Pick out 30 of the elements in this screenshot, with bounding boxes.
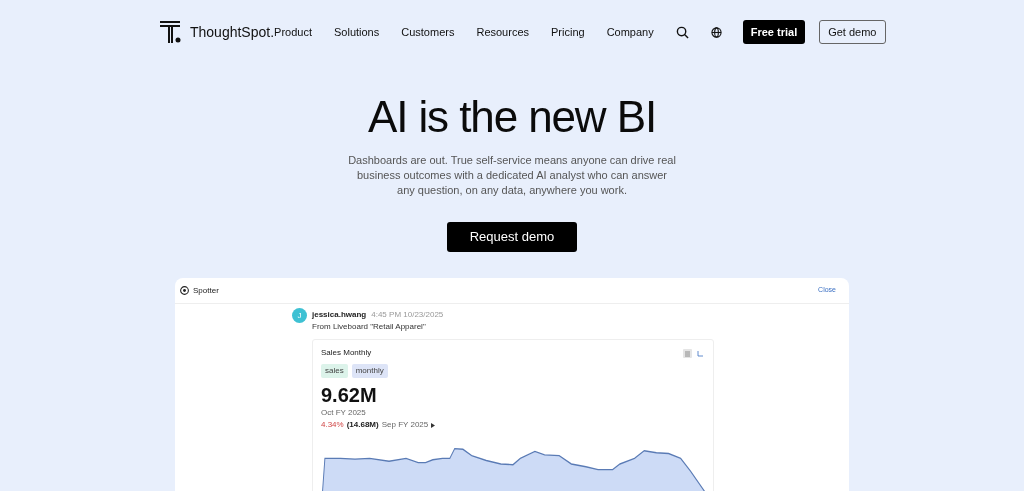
request-demo-button[interactable]: Request demo <box>447 222 577 252</box>
user-avatar: J <box>292 308 307 323</box>
card-title: Sales Monthly <box>321 347 372 359</box>
hero-title: AI is the new BI <box>367 91 657 143</box>
free-trial-button[interactable]: Free trial <box>742 20 806 44</box>
user-name: jessica.hwang <box>312 309 367 321</box>
nav-link[interactable]: Customers <box>401 23 455 41</box>
globe-icon[interactable] <box>710 26 722 38</box>
caret-icon[interactable] <box>431 422 436 428</box>
nav-link[interactable]: Resources <box>476 23 529 41</box>
change-percent: 4.34% <box>321 419 344 431</box>
nav-link[interactable]: Pricing <box>551 23 585 41</box>
message-text: From Liveboard "Retail Apparel" <box>312 321 427 333</box>
brand-name[interactable]: ThoughtSpot. <box>190 21 275 43</box>
get-demo-button[interactable]: Get demo <box>819 20 886 44</box>
nav-link[interactable]: Product <box>274 23 312 41</box>
logo-icon <box>160 21 182 43</box>
kpi-value: 9.62M <box>321 383 378 407</box>
nav-link[interactable]: Company <box>606 23 654 41</box>
kpi-period: Oct FY 2025 <box>321 407 367 419</box>
nav-link[interactable]: Solutions <box>334 23 380 41</box>
previous-value: (14.68M) <box>346 419 379 431</box>
message-time: 4:45 PM 10/23/2025 <box>371 309 444 321</box>
tag: sales <box>321 364 348 378</box>
tag: monthly <box>351 364 388 378</box>
previous-period: Sep FY 2025 <box>381 419 429 431</box>
search-icon[interactable] <box>675 25 689 39</box>
spotter-icon <box>180 286 189 295</box>
window-title: Spotter <box>193 284 219 297</box>
hero-text: Dashboards are out. True self-service means anyone can drive real business outcomes with a dedicated AI analyst who can answer any question, on any data, anywhere you work. <box>347 153 677 198</box>
